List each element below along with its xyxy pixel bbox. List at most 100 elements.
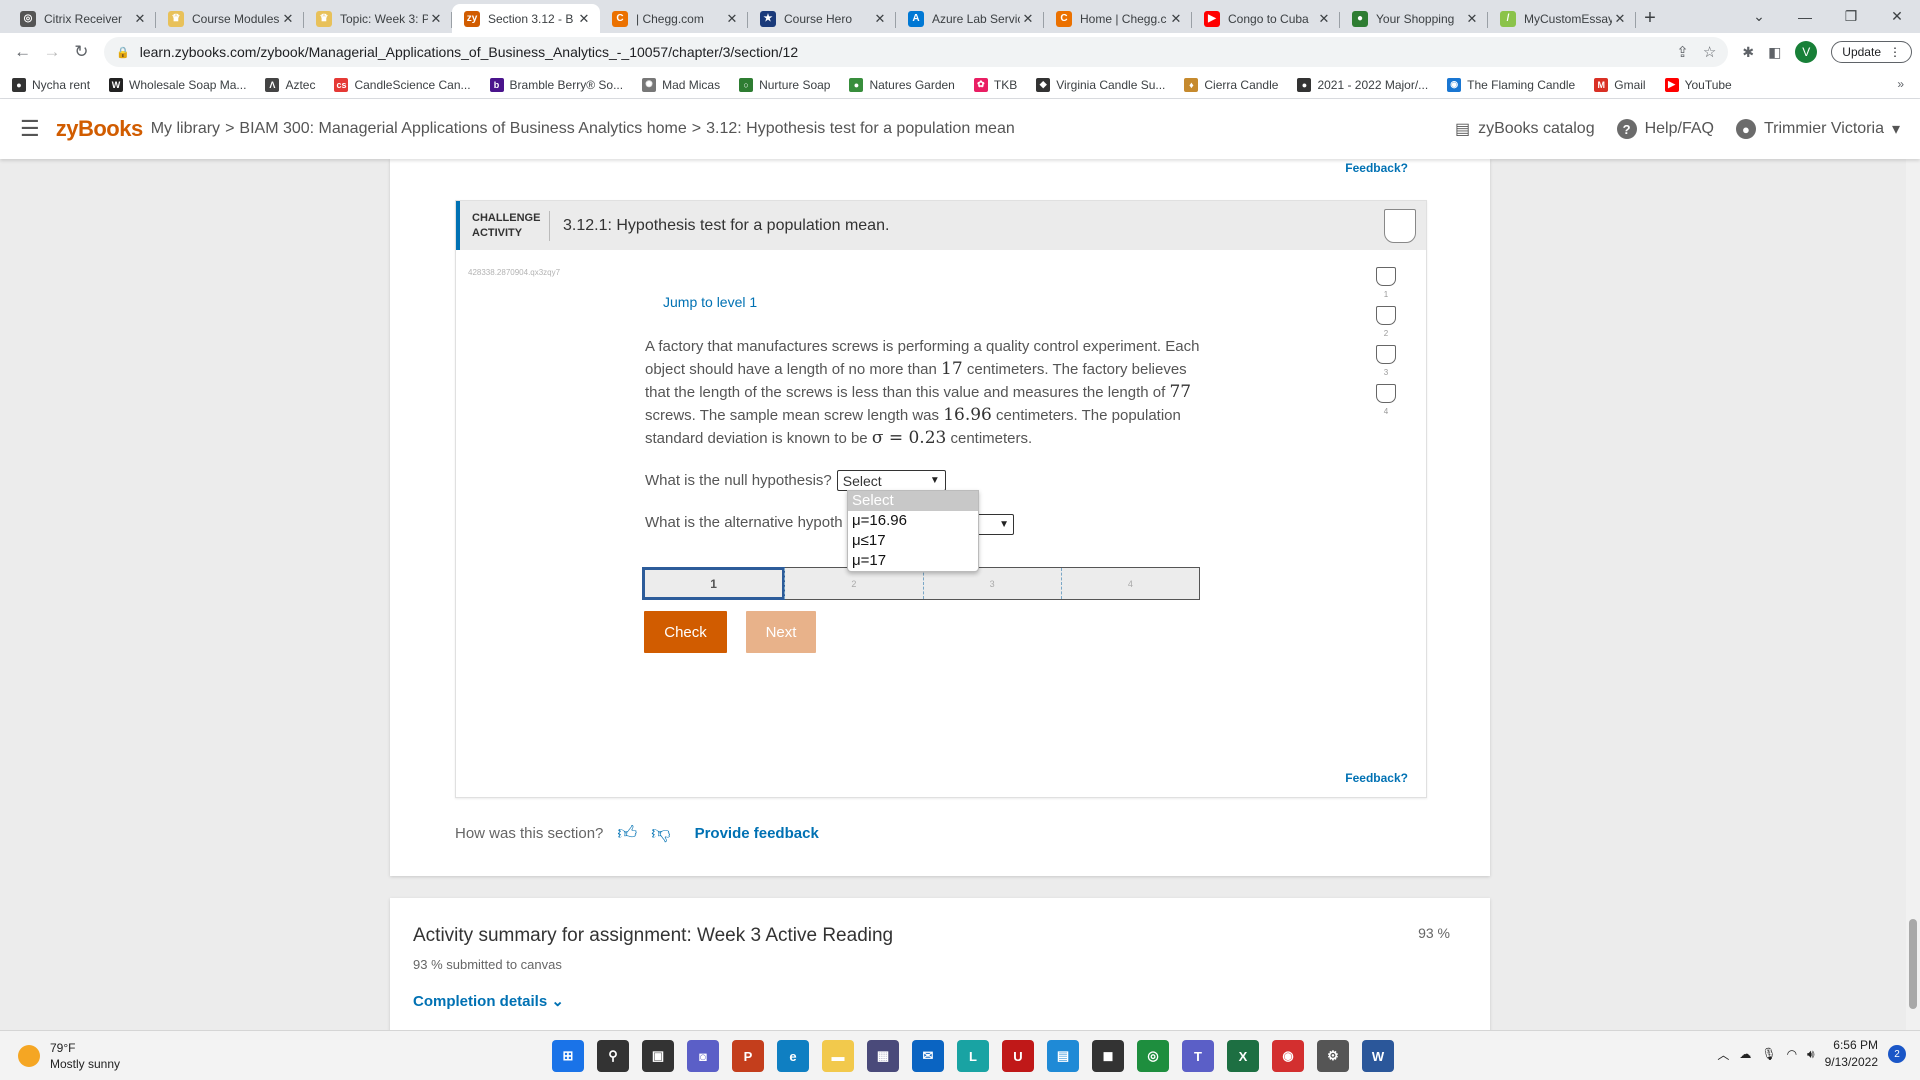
bookmark-item[interactable]: ◆ Virginia Candle Su... (1036, 77, 1165, 92)
back-button[interactable]: ← (8, 37, 37, 67)
tab-search-icon[interactable]: ⌄ (1736, 0, 1782, 33)
zybooks-logo[interactable]: zyBooks (56, 116, 143, 142)
camera-icon[interactable]: ◉ (1272, 1040, 1304, 1072)
volume-icon[interactable]: 🔊︎ (1807, 1047, 1815, 1062)
microphone-icon[interactable]: 🎙︎ (1761, 1047, 1776, 1061)
excel-icon[interactable]: X (1227, 1040, 1259, 1072)
catalog-link[interactable]: ▤ zyBooks catalog (1455, 119, 1595, 139)
search-icon[interactable]: ⚲ (597, 1040, 629, 1072)
reload-button[interactable]: ↻ (67, 37, 96, 67)
edge-icon[interactable]: e (777, 1040, 809, 1072)
windows-start-icon[interactable]: ⊞ (552, 1040, 584, 1072)
feedback-link-bottom[interactable]: Feedback? (1345, 771, 1408, 785)
close-tab-icon[interactable]: ✕ (428, 11, 444, 27)
restore-button[interactable]: ❐ (1828, 0, 1874, 33)
forward-button[interactable]: → (37, 37, 66, 67)
address-bar[interactable]: 🔒 learn.zybooks.com/zybook/Managerial_Ap… (104, 37, 1729, 67)
dropdown-option[interactable]: μ=17 (848, 551, 978, 571)
wifi-icon[interactable]: ◠ (1787, 1047, 1797, 1061)
mcafee-icon[interactable]: U (1002, 1040, 1034, 1072)
browser-tab[interactable]: C | Chegg.com ✕ (600, 4, 748, 33)
help-link[interactable]: ? Help/FAQ (1616, 119, 1714, 139)
clock[interactable]: 6:56 PM 9/13/2022 (1825, 1037, 1878, 1071)
browser-tab[interactable]: C Home | Chegg.c ✕ (1044, 4, 1192, 33)
scrollbar-thumb[interactable] (1909, 919, 1917, 1009)
completion-details-toggle[interactable]: Completion details ⌄ (413, 992, 564, 1010)
task-view-icon[interactable]: ▣ (642, 1040, 674, 1072)
bookmark-item[interactable]: ● 2021 - 2022 Major/... (1297, 77, 1428, 92)
breadcrumb-course-home[interactable]: BIAM 300: Managerial Applications of Bus… (239, 120, 686, 137)
dropdown-option[interactable]: Select (848, 491, 978, 511)
close-tab-icon[interactable]: ✕ (576, 11, 592, 27)
bookmark-item[interactable]: ✺ Mad Micas (642, 77, 720, 92)
browser-tab[interactable]: zy Section 3.12 - B ✕ (452, 4, 600, 33)
tray-overflow-icon[interactable]: ︿ (1717, 1046, 1729, 1063)
browser-tab[interactable]: ♛ Topic: Week 3: P ✕ (304, 4, 452, 33)
feedback-link-top[interactable]: Feedback? (1345, 161, 1408, 175)
browser-tab[interactable]: / MyCustomEssay ✕ (1488, 4, 1636, 33)
level-indicator[interactable]: 1 (1376, 267, 1396, 299)
breadcrumb-my-library[interactable]: My library (151, 120, 220, 137)
level-indicator[interactable]: 4 (1376, 384, 1396, 416)
file-explorer-icon[interactable]: ▬ (822, 1040, 854, 1072)
powerpoint-icon[interactable]: P (732, 1040, 764, 1072)
address-url[interactable]: learn.zybooks.com/zybook/Managerial_Appl… (140, 44, 1663, 60)
side-panel-icon[interactable]: ◧ (1768, 44, 1781, 61)
thumbs-down-icon[interactable]: 👎︎ (651, 822, 670, 845)
page-scrollbar[interactable] (1906, 159, 1920, 1030)
bookmark-item[interactable]: ▶ YouTube (1664, 77, 1732, 92)
bookmark-item[interactable]: ✿ TKB (973, 77, 1017, 92)
close-tab-icon[interactable]: ✕ (1612, 11, 1628, 27)
bookmark-item[interactable]: M Gmail (1594, 77, 1646, 92)
bookmark-item[interactable]: ♦ Cierra Candle (1184, 77, 1278, 92)
media-icon[interactable]: ◼ (1092, 1040, 1124, 1072)
progress-segment[interactable]: 1 (642, 567, 786, 600)
store-icon[interactable]: ▦ (867, 1040, 899, 1072)
close-tab-icon[interactable]: ✕ (1464, 11, 1480, 27)
bookmark-star-icon[interactable]: ☆ (1703, 43, 1716, 61)
provide-feedback-link[interactable]: Provide feedback (695, 825, 819, 842)
dropdown-option[interactable]: μ=16.96 (848, 511, 978, 531)
onedrive-icon[interactable]: ☁ (1739, 1047, 1751, 1061)
level-indicator[interactable]: 2 (1376, 306, 1396, 338)
bookmark-item[interactable]: ● Nycha rent (12, 77, 90, 92)
browser-tab[interactable]: ★ Course Hero ✕ (748, 4, 896, 33)
close-tab-icon[interactable]: ✕ (280, 11, 296, 27)
bookmark-item[interactable]: b Bramble Berry® So... (489, 77, 623, 92)
close-tab-icon[interactable]: ✕ (724, 11, 740, 27)
new-tab-button[interactable]: + (1636, 4, 1664, 33)
next-button[interactable]: Next (746, 611, 816, 653)
bookmark-item[interactable]: Λ Aztec (265, 77, 315, 92)
close-tab-icon[interactable]: ✕ (1168, 11, 1184, 27)
calculator-icon[interactable]: ▤ (1047, 1040, 1079, 1072)
word-icon[interactable]: W (1362, 1040, 1394, 1072)
bookmark-item[interactable]: W Wholesale Soap Ma... (109, 77, 246, 92)
close-tab-icon[interactable]: ✕ (872, 11, 888, 27)
weather-widget[interactable]: 79°F Mostly sunny (18, 1040, 120, 1072)
dropdown-option[interactable]: μ≤17 (848, 531, 978, 551)
browser-tab[interactable]: ◎ Citrix Receiver ✕ (8, 4, 156, 33)
teams-icon[interactable]: T (1182, 1040, 1214, 1072)
mail-icon[interactable]: ✉ (912, 1040, 944, 1072)
bookmark-item[interactable]: cs CandleScience Can... (334, 77, 471, 92)
null-hypothesis-select[interactable]: Select ▼ (836, 470, 946, 491)
chrome-icon[interactable]: ◎ (1137, 1040, 1169, 1072)
progress-segment[interactable]: 4 (1060, 568, 1199, 599)
browser-tab[interactable]: ▶ Congo to Cuba ✕ (1192, 4, 1340, 33)
close-tab-icon[interactable]: ✕ (132, 11, 148, 27)
progress-segment[interactable]: 2 (784, 568, 922, 599)
level-indicator[interactable]: 3 (1376, 345, 1396, 377)
settings-icon[interactable]: ⚙ (1317, 1040, 1349, 1072)
notification-badge[interactable]: 2 (1888, 1045, 1906, 1063)
extensions-icon[interactable]: ✱ (1742, 44, 1754, 61)
user-menu[interactable]: ● Trimmier Victoria ▾ (1735, 119, 1900, 139)
browser-tab[interactable]: ♛ Course Modules ✕ (156, 4, 304, 33)
jump-to-level-link[interactable]: Jump to level 1 (663, 294, 757, 310)
browser-tab[interactable]: A Azure Lab Servic ✕ (896, 4, 1044, 33)
progress-segment[interactable]: 3 (922, 568, 1061, 599)
bookmark-item[interactable]: ◉ The Flaming Candle (1447, 77, 1575, 92)
alt-hypothesis-select[interactable]: ▼ (974, 514, 1014, 535)
browser-tab[interactable]: ● Your Shopping ✕ (1340, 4, 1488, 33)
bookmarks-overflow-icon[interactable]: » (1897, 77, 1904, 91)
hamburger-menu-icon[interactable]: ☰ (20, 116, 40, 142)
